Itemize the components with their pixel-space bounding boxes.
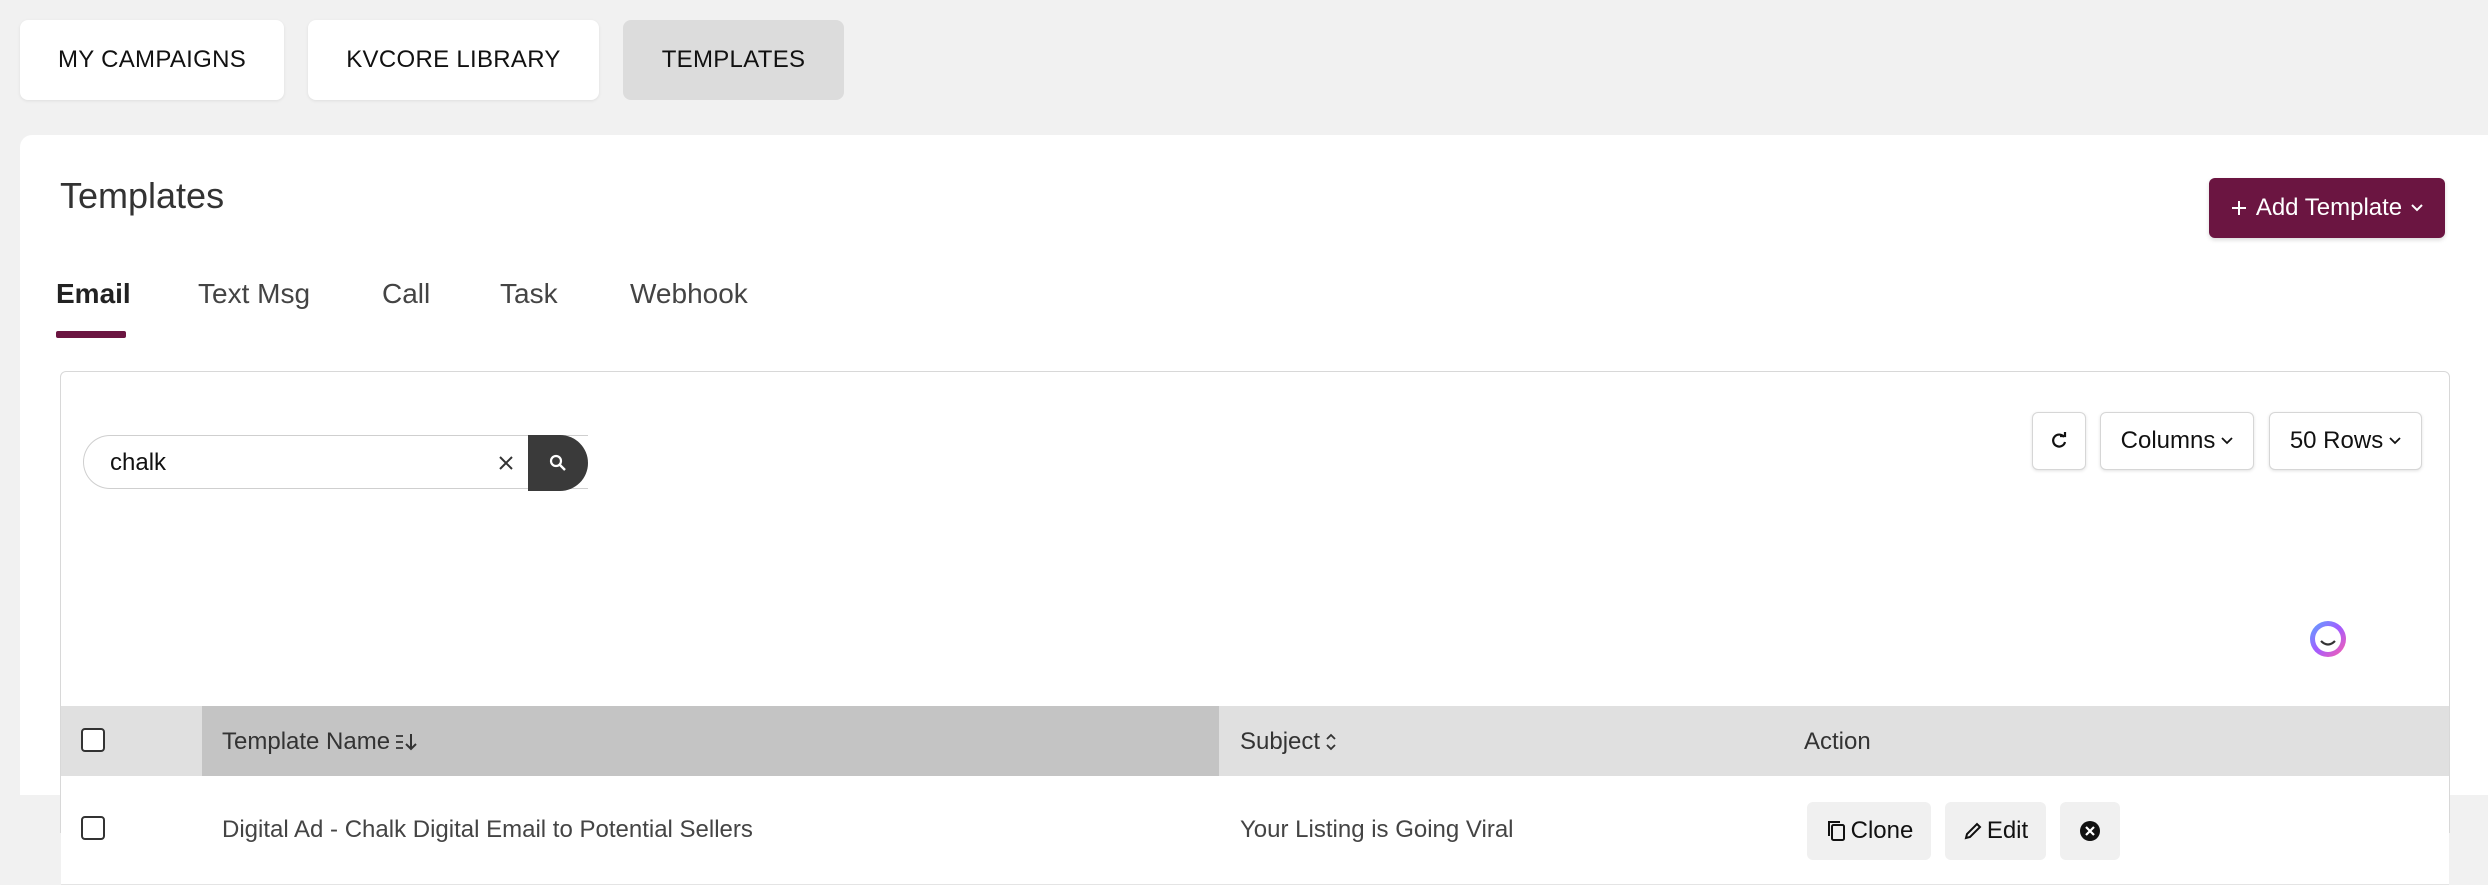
search-box [83, 435, 588, 489]
tab-templates[interactable]: TEMPLATES [623, 20, 844, 100]
column-header-subject[interactable]: Subject [1240, 728, 1338, 756]
chevron-down-icon [2221, 437, 2233, 445]
rows-per-page-button[interactable]: 50 Rows [2269, 412, 2422, 470]
clear-icon[interactable] [492, 449, 520, 477]
rows-per-page-label: 50 Rows [2289, 427, 2384, 454]
chevron-down-icon [2389, 437, 2401, 445]
clone-label: Clone [1850, 817, 1914, 844]
delete-button[interactable] [2060, 802, 2120, 860]
column-header-action: Action [1804, 728, 1871, 756]
tab-my-campaigns-label: MY CAMPAIGNS [57, 46, 247, 73]
add-template-label: Add Template [2255, 194, 2403, 221]
column-header-label: Template Name [222, 728, 391, 755]
page-title: Templates [60, 175, 225, 216]
search-button[interactable] [528, 435, 588, 491]
templates-grid: Columns 50 Rows Template Name S [60, 371, 2450, 885]
search-input[interactable] [108, 446, 492, 480]
plus-icon [2231, 201, 2246, 215]
tab-call[interactable]: Call [382, 278, 430, 334]
refresh-button[interactable] [2032, 412, 2086, 470]
tab-call-label: Call [382, 278, 431, 309]
row-checkbox[interactable] [81, 816, 105, 840]
sort-icon [1326, 733, 1336, 751]
columns-button[interactable]: Columns [2100, 412, 2254, 470]
tab-templates-label: TEMPLATES [661, 46, 806, 73]
edit-button[interactable]: Edit [1945, 802, 2046, 860]
edit-label: Edit [1986, 817, 2029, 844]
close-circle-icon [2080, 821, 2100, 841]
refresh-icon [2052, 432, 2067, 448]
column-header-template-name[interactable]: Template Name [222, 728, 418, 756]
tab-webhook-label: Webhook [630, 278, 748, 309]
templates-panel: Templates Add Template Email Text Msg Ca… [20, 135, 2488, 885]
column-header-label: Subject [1240, 728, 1321, 755]
tab-email[interactable]: Email [56, 278, 131, 334]
tab-text-msg-label: Text Msg [198, 278, 311, 309]
tab-task[interactable]: Task [500, 278, 558, 334]
assistant-icon[interactable] [2304, 618, 2352, 660]
tab-email-label: Email [56, 278, 131, 309]
active-tab-indicator [56, 331, 126, 338]
tab-kvcore-library[interactable]: KVCORE LIBRARY [308, 20, 599, 100]
search-icon [549, 454, 566, 471]
columns-label: Columns [2120, 427, 2216, 454]
tab-text-msg[interactable]: Text Msg [198, 278, 310, 334]
sort-icon [396, 734, 417, 751]
pencil-icon [1964, 822, 1982, 840]
add-template-button[interactable]: Add Template [2209, 178, 2445, 238]
tab-kvcore-library-label: KVCORE LIBRARY [346, 46, 561, 73]
select-all-checkbox[interactable] [81, 728, 105, 752]
tab-my-campaigns[interactable]: MY CAMPAIGNS [20, 20, 284, 100]
tab-webhook[interactable]: Webhook [630, 278, 748, 334]
tab-task-label: Task [500, 278, 558, 309]
chevron-down-icon [2411, 204, 2423, 212]
table-header: Template Name Subject Action [61, 706, 2449, 776]
subject-cell: Your Listing is Going Viral [1240, 816, 1514, 843]
template-name-cell: Digital Ad - Chalk Digital Email to Pote… [222, 816, 753, 843]
table-row[interactable]: Digital Ad - Chalk Digital Email to Pote… [61, 776, 2449, 885]
copy-icon [1827, 821, 1845, 841]
column-header-label: Action [1804, 728, 1871, 755]
clone-button[interactable]: Clone [1807, 802, 1931, 860]
